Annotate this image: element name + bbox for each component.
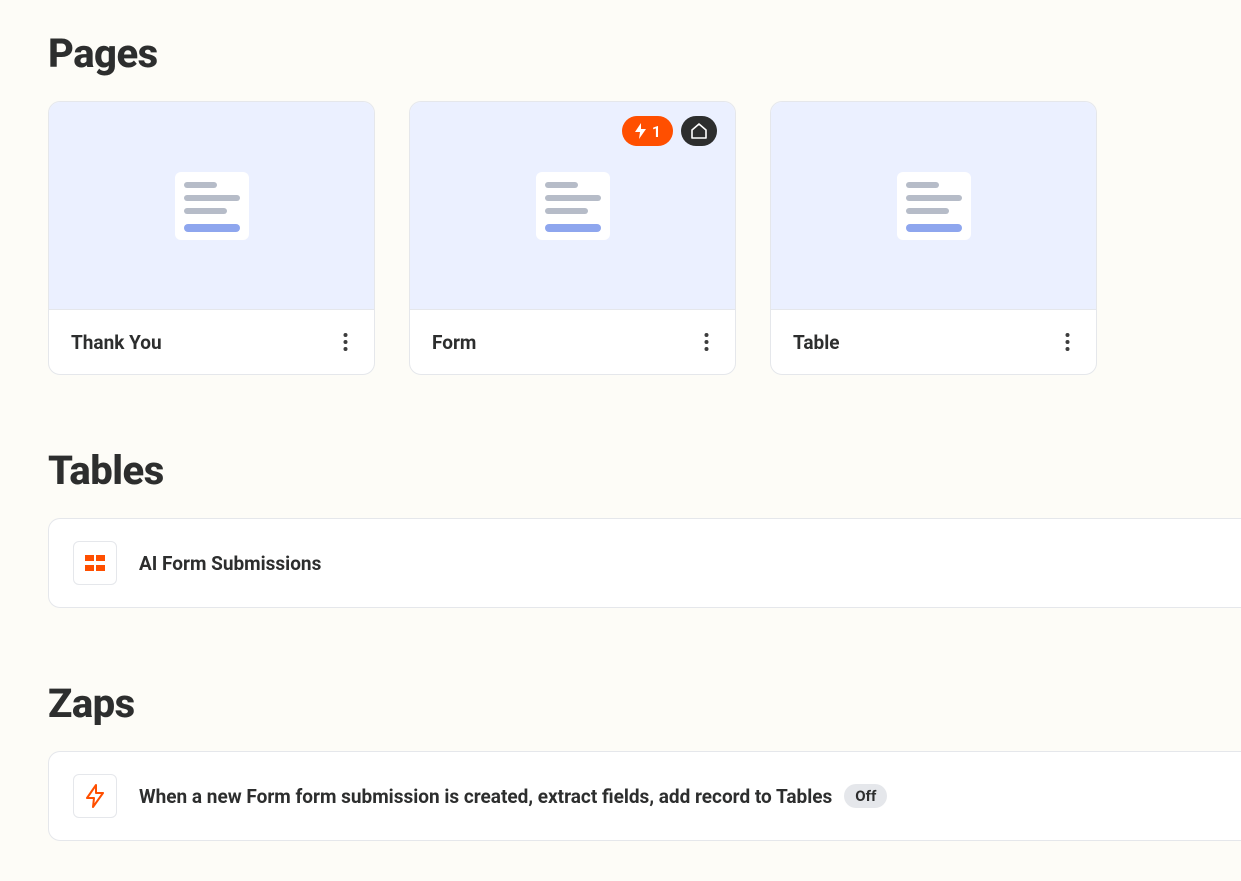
page-footer: Form [410, 310, 735, 374]
zap-count-badge: 1 [622, 116, 673, 146]
pages-grid: Thank You 1 [48, 101, 1241, 375]
page-footer: Table [771, 310, 1096, 374]
more-options-button[interactable] [1061, 328, 1074, 356]
more-options-button[interactable] [700, 328, 713, 356]
lightning-icon [634, 123, 647, 139]
tables-heading: Tables [48, 447, 1241, 494]
status-badge: Off [844, 784, 887, 808]
page-title: Table [793, 331, 840, 354]
zap-icon [73, 774, 117, 818]
badge-count-value: 1 [652, 122, 661, 141]
document-icon [536, 172, 610, 240]
more-vertical-icon [1065, 332, 1070, 352]
pages-heading: Pages [48, 30, 1241, 77]
page-preview: 1 [410, 102, 735, 310]
tables-app-icon [73, 541, 117, 585]
table-row[interactable]: AI Form Submissions [48, 518, 1241, 608]
more-vertical-icon [704, 332, 709, 352]
home-icon [690, 123, 708, 139]
zap-row[interactable]: When a new Form form submission is creat… [48, 751, 1241, 841]
table-title: AI Form Submissions [139, 552, 321, 575]
document-icon [175, 172, 249, 240]
page-preview [771, 102, 1096, 310]
lightning-icon [85, 784, 105, 808]
page-card-form[interactable]: 1 Form [409, 101, 736, 375]
page-title: Form [432, 331, 476, 354]
page-card-table[interactable]: Table [770, 101, 1097, 375]
zaps-heading: Zaps [48, 680, 1241, 727]
zap-content: When a new Form form submission is creat… [139, 784, 887, 808]
page-preview [49, 102, 374, 310]
page-card-thank-you[interactable]: Thank You [48, 101, 375, 375]
page-badges: 1 [622, 116, 717, 146]
page-title: Thank You [71, 331, 162, 354]
home-badge [681, 116, 717, 146]
zap-title: When a new Form form submission is creat… [139, 785, 832, 808]
page-footer: Thank You [49, 310, 374, 374]
document-icon [897, 172, 971, 240]
more-options-button[interactable] [339, 328, 352, 356]
more-vertical-icon [343, 332, 348, 352]
